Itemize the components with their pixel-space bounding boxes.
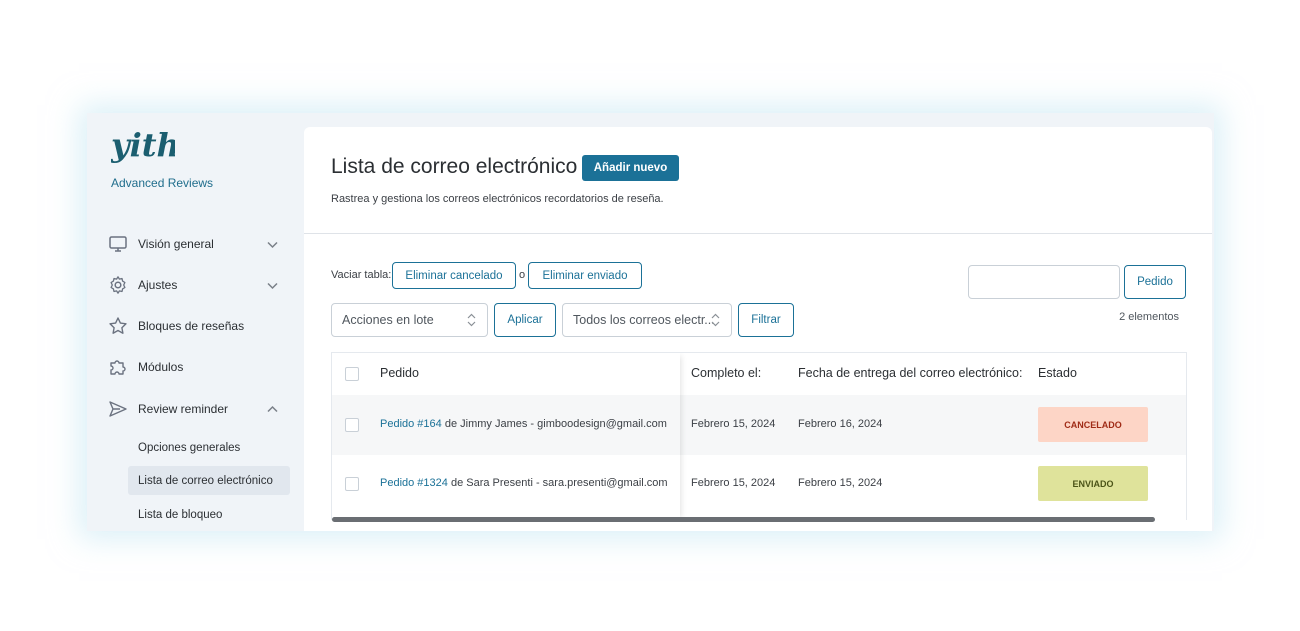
- order-customer: de Jimmy James - gimboodesign@gmail.com: [441, 418, 667, 430]
- star-icon: [109, 317, 127, 334]
- sidebar-subitem-email-list[interactable]: Lista de correo electrónico: [128, 466, 290, 495]
- sidebar-item-review-blocks[interactable]: Bloques de reseñas: [87, 311, 303, 341]
- page-description: Rastrea y gestiona los correos electróni…: [331, 193, 664, 205]
- sidebar-item-overview[interactable]: Visión general: [87, 229, 303, 259]
- delivery-date: Febrero 16, 2024: [798, 418, 883, 430]
- chevron-down-icon: [267, 241, 278, 249]
- empty-table-label: Vaciar tabla:: [331, 269, 392, 281]
- select-arrows-icon: [711, 313, 720, 327]
- chevron-up-icon: [267, 405, 278, 413]
- yith-logo: yith: [111, 126, 175, 164]
- puzzle-icon: [110, 360, 126, 375]
- order-customer: de Sara Presenti - sara.presenti@gmail.c…: [447, 477, 668, 489]
- sidebar-item-label: Bloques de reseñas: [138, 319, 245, 333]
- horizontal-scrollbar[interactable]: [332, 517, 1155, 522]
- chevron-down-icon: [267, 282, 278, 290]
- order-link[interactable]: Pedido #1324: [380, 477, 448, 489]
- email-table: Pedido Completo el: Fecha de entrega del…: [331, 352, 1187, 520]
- delete-cancelled-button[interactable]: Eliminar cancelado: [392, 262, 516, 289]
- table-row: Pedido #1324 de Sara Presenti - sara.pre…: [332, 455, 1186, 515]
- column-header-status[interactable]: Estado: [1038, 366, 1077, 380]
- sidebar-item-label: Visión general: [138, 237, 214, 251]
- order-cell: Pedido #164 de Jimmy James - gimboodesig…: [380, 418, 667, 430]
- select-all-checkbox[interactable]: [345, 367, 359, 381]
- sidebar-item-modules[interactable]: Módulos: [87, 352, 303, 382]
- table-row: Pedido #164 de Jimmy James - gimboodesig…: [332, 395, 1186, 455]
- search-order-button[interactable]: Pedido: [1124, 265, 1186, 299]
- completed-date: Febrero 15, 2024: [691, 477, 776, 489]
- divider: [304, 233, 1212, 234]
- column-header-delivery-date[interactable]: Fecha de entrega del correo electrónico:: [798, 366, 1022, 380]
- app-window: yith Advanced Reviews Visión general Aju…: [87, 113, 1214, 531]
- sidebar-item-label: Ajustes: [138, 278, 178, 292]
- column-header-order[interactable]: Pedido: [380, 366, 419, 380]
- email-filter-select[interactable]: Todos los correos electr...: [562, 303, 732, 337]
- sidebar-item-label: Review reminder: [138, 402, 229, 416]
- monitor-icon: [109, 236, 127, 252]
- completed-date: Febrero 15, 2024: [691, 418, 776, 430]
- or-label: o: [519, 269, 526, 281]
- sidebar-item-settings[interactable]: Ajustes: [87, 270, 303, 300]
- gear-icon: [110, 276, 126, 294]
- order-cell: Pedido #1324 de Sara Presenti - sara.pre…: [380, 477, 668, 489]
- main-panel: Lista de correo electrónico Añadir nuevo…: [304, 127, 1212, 531]
- sidebar-item-label: Módulos: [138, 360, 184, 374]
- order-link[interactable]: Pedido #164: [380, 418, 442, 430]
- send-icon: [109, 401, 127, 417]
- sidebar-item-review-reminder[interactable]: Review reminder: [87, 394, 303, 424]
- sidebar-subitem-block-list[interactable]: Lista de bloqueo: [128, 500, 290, 529]
- row-checkbox[interactable]: [345, 477, 359, 491]
- apply-button[interactable]: Aplicar: [494, 303, 556, 337]
- delete-sent-button[interactable]: Eliminar enviado: [528, 262, 642, 289]
- status-badge: CANCELADO: [1038, 407, 1148, 442]
- select-arrows-icon: [467, 313, 476, 327]
- bulk-actions-value: Acciones en lote: [342, 313, 434, 327]
- sidebar-subitem-general-options[interactable]: Opciones generales: [128, 433, 290, 462]
- email-filter-value: Todos los correos electr...: [573, 313, 715, 327]
- table-header: Pedido Completo el: Fecha de entrega del…: [332, 353, 1186, 395]
- status-badge: ENVIADO: [1038, 466, 1148, 501]
- items-count: 2 elementos: [1119, 311, 1179, 323]
- svg-text:yith: yith: [111, 126, 175, 164]
- page-title: Lista de correo electrónico: [331, 155, 578, 178]
- filter-button[interactable]: Filtrar: [738, 303, 794, 337]
- add-new-button[interactable]: Añadir nuevo: [582, 155, 679, 181]
- bulk-actions-select[interactable]: Acciones en lote: [331, 303, 488, 337]
- row-checkbox[interactable]: [345, 418, 359, 432]
- column-header-completed[interactable]: Completo el:: [691, 366, 761, 380]
- search-input[interactable]: [968, 265, 1120, 299]
- plugin-name: Advanced Reviews: [111, 176, 214, 190]
- delivery-date: Febrero 15, 2024: [798, 477, 883, 489]
- sidebar: yith Advanced Reviews Visión general Aju…: [87, 113, 303, 531]
